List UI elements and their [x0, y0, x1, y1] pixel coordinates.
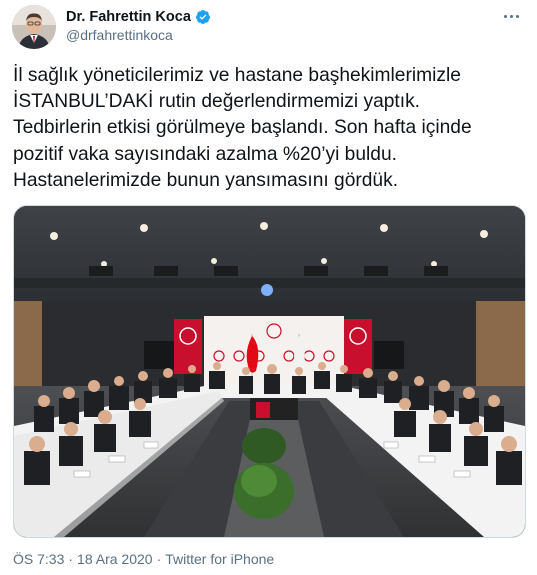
author-name-row[interactable]: Dr. Fahrettin Koca	[66, 9, 211, 25]
tweet-text: İl sağlık yöneticilerimiz ve hastane baş…	[13, 63, 528, 194]
tweet-photo[interactable]	[13, 205, 526, 538]
tweet-separator: ·	[68, 551, 74, 567]
author-name[interactable]: Dr. Fahrettin Koca	[66, 9, 191, 25]
tweet-text-line: Hastanelerimizde bunun yansımasını gördü…	[13, 169, 399, 191]
tweet-text-line: Tedbirlerin etkisi görülmeye başlandı. S…	[13, 117, 472, 139]
more-options-icon[interactable]	[499, 8, 523, 24]
author-handle[interactable]: @drfahrettinkoca	[66, 27, 173, 43]
meeting-room-photo	[14, 206, 525, 537]
tweet-source[interactable]: Twitter for iPhone	[165, 551, 274, 567]
tweet-text-line: İSTANBUL’DAKİ rutin değerlendirmemizi ya…	[13, 91, 420, 113]
tweet-text-line: İl sağlık yöneticilerimiz ve hastane baş…	[13, 65, 461, 86]
tweet-card: Dr. Fahrettin Koca @drfahrettinkoca İl s…	[0, 0, 537, 575]
tweet-separator: ·	[156, 551, 162, 567]
tweet-time[interactable]: ÖS 7:33	[13, 551, 64, 567]
verified-badge-icon	[195, 9, 211, 25]
tweet-meta: ÖS 7:33 · 18 Ara 2020 · Twitter for iPho…	[13, 551, 274, 567]
tweet-date[interactable]: 18 Ara 2020	[77, 551, 153, 567]
tweet-text-line: pozitif vaka sayısındaki azalma %20’yi b…	[13, 143, 397, 165]
avatar[interactable]	[12, 5, 56, 49]
